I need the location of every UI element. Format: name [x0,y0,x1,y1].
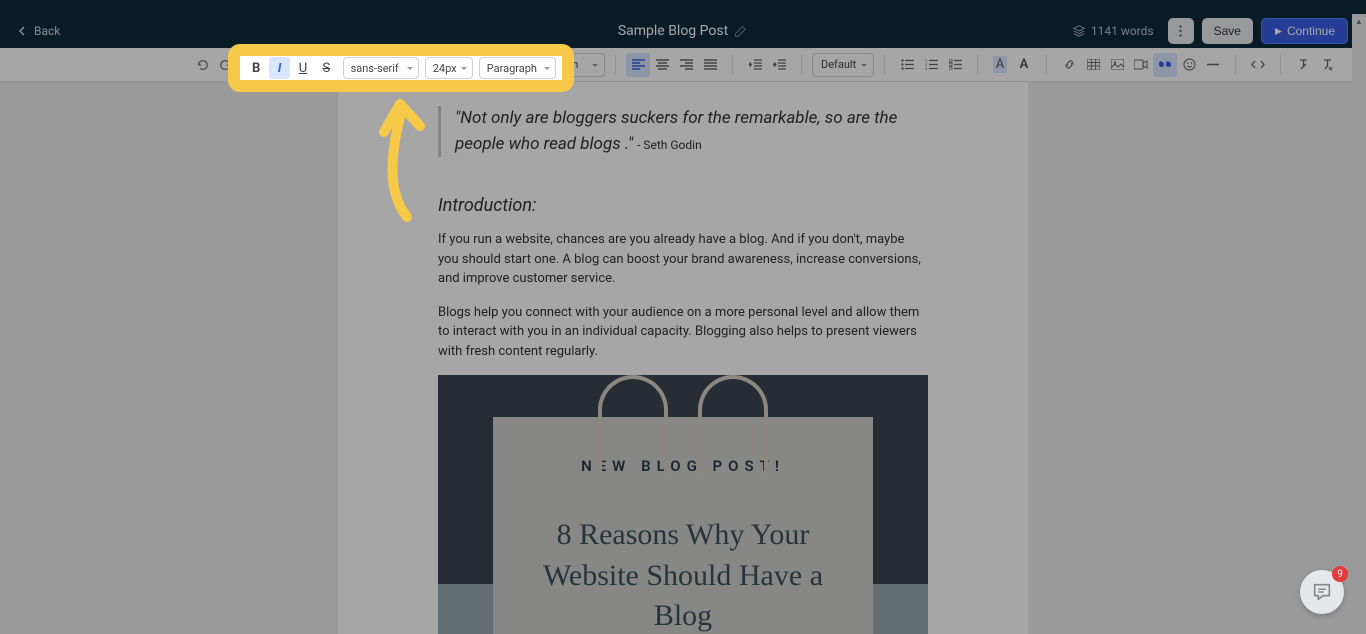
table-icon [1087,59,1100,70]
canvas: "Not only are bloggers suckers for the r… [0,82,1366,634]
play-icon [1274,27,1283,36]
page-title-wrap: Sample Blog Post [618,23,748,39]
bold-button[interactable]: B [261,53,285,77]
text-color-button[interactable]: A [1012,53,1036,77]
paragraph-select[interactable]: Paragraph [519,53,605,77]
quote-icon [1159,59,1172,70]
clear-format-icon [1297,58,1310,71]
quote-author[interactable]: - Seth Godin [637,138,702,152]
scroll-up-icon[interactable]: ▲ [1352,14,1366,28]
layers-icon [1072,24,1086,38]
eraser-button[interactable] [1315,53,1339,77]
continue-button[interactable]: Continue [1261,18,1348,44]
more-button[interactable] [1168,18,1194,44]
document-page[interactable]: "Not only are bloggers suckers for the r… [338,82,1028,634]
align-left-icon [632,59,645,70]
paragraph-2[interactable]: Blogs help you connect with your audienc… [438,303,928,362]
back-label: Back [34,24,60,38]
arrow-left-icon [18,26,28,36]
video-button[interactable] [1129,53,1153,77]
blockquote-button[interactable] [1153,53,1177,77]
code-button[interactable] [1246,53,1270,77]
table-button[interactable] [1081,53,1105,77]
align-center-button[interactable] [650,53,674,77]
blockquote: "Not only are bloggers suckers for the r… [438,106,928,157]
strikethrough-icon: S [341,57,349,72]
code-icon [1251,59,1265,70]
indent-button[interactable] [767,53,791,77]
checklist-icon [949,59,962,70]
italic-icon: I [295,57,299,72]
eraser-icon [1321,58,1334,71]
dots-vertical-icon [1179,25,1182,37]
numbered-list-button[interactable]: 123 [919,53,943,77]
hero-image[interactable]: NEW BLOG POST! 8 Reasons Why Your Websit… [438,375,928,634]
header-bar: Back Sample Blog Post 1141 words Save Co… [0,14,1366,48]
link-icon [1063,58,1076,71]
pencil-icon[interactable] [734,24,748,38]
hr-icon [1207,63,1219,66]
indent-icon [773,59,786,70]
save-button[interactable]: Save [1202,18,1253,44]
undo-icon [195,58,209,72]
hr-button[interactable] [1201,53,1225,77]
scrollbar[interactable]: ▲ [1352,14,1366,634]
outdent-button[interactable] [743,53,767,77]
chat-icon [1311,581,1333,603]
intro-heading[interactable]: Introduction: [438,195,928,216]
image-icon [1111,59,1124,70]
chat-badge: 9 [1332,566,1348,582]
word-count-text: 1141 words [1091,24,1154,38]
font-family-select[interactable]: sans-serif [365,53,451,77]
link-button[interactable] [1057,53,1081,77]
toolbar: B I U S sans-serif 24px Paragraph Defaul… [0,48,1366,82]
word-count: 1141 words [1072,24,1154,38]
font-size-select[interactable]: 24px [459,53,511,77]
align-justify-button[interactable] [698,53,722,77]
align-center-icon [656,59,669,70]
strikethrough-button[interactable]: S [333,53,357,77]
bold-icon: B [269,57,277,72]
emoji-button[interactable] [1177,53,1201,77]
highlight-icon: A [993,56,1007,73]
align-right-button[interactable] [674,53,698,77]
top-strip [0,0,1366,14]
checklist-button[interactable] [943,53,967,77]
align-justify-icon [704,59,717,70]
book-rings-decor [598,375,768,475]
clear-format-button[interactable] [1291,53,1315,77]
emoji-icon [1183,58,1196,71]
image-button[interactable] [1105,53,1129,77]
underline-icon: U [317,57,325,72]
chat-widget[interactable]: 9 [1300,570,1344,614]
text-color-icon: A [1020,57,1029,72]
highlight-button[interactable]: A [988,53,1012,77]
header-right: 1141 words Save Continue [1072,18,1348,44]
undo-button[interactable] [190,53,214,77]
redo-button[interactable] [214,53,238,77]
italic-button[interactable]: I [285,53,309,77]
back-button[interactable]: Back [18,24,60,38]
align-right-icon [680,59,693,70]
underline-button[interactable]: U [309,53,333,77]
numbered-list-icon: 123 [925,59,938,70]
redo-icon [219,58,233,72]
outdent-icon [749,59,762,70]
page-title: Sample Blog Post [618,23,728,39]
video-icon [1134,59,1148,70]
paragraph-1[interactable]: If you run a website, chances are you al… [438,230,928,289]
align-left-button[interactable] [626,53,650,77]
bullet-list-icon [901,59,914,70]
svg-text:3: 3 [925,66,927,70]
line-height-select[interactable]: Default [812,53,874,77]
hero-title: 8 Reasons Why Your Website Should Have a… [523,515,843,634]
bullet-list-button[interactable] [895,53,919,77]
